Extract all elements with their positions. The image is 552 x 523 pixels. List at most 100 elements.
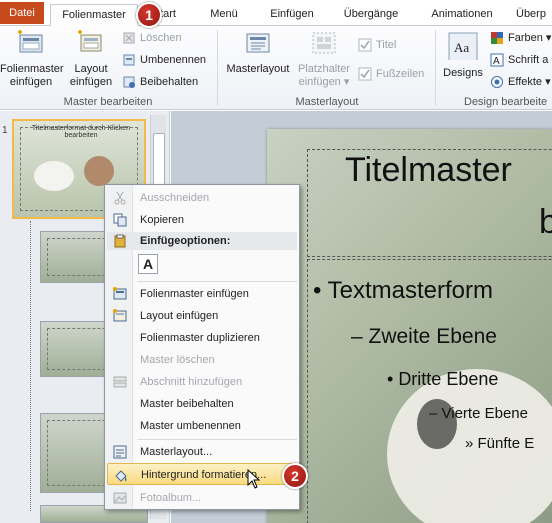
masterlayout-label: Masterlayout [226,63,290,75]
paste-keep-text-only-button[interactable]: A [138,254,158,274]
color-palette-icon [491,32,503,44]
ribbon-tab-bar: Datei Folienmaster tart Menü Einfügen Üb… [0,0,552,26]
tab-menu[interactable]: Menü [200,4,248,26]
menu-item-rename-master[interactable]: Master umbenennen [107,415,297,437]
keep-label: Beibehalten [140,76,199,88]
colors-label: Farben ▾ [508,32,552,44]
context-menu: Ausschneiden Kopieren Einfügeoptionen: A… [104,184,300,510]
menu-item-insert-layout-label: Layout einfügen [140,310,219,322]
menu-item-master-layout-label: Masterlayout... [140,446,213,458]
step-callout-2: 2 [282,463,308,489]
menu-item-master-layout[interactable]: Masterlayout... [107,441,297,463]
fonts-label: Schrift a [508,54,549,66]
menu-item-insert-layout[interactable]: Layout einfügen [107,305,297,327]
delete-button[interactable]: Löschen [120,29,182,47]
tab-insert[interactable]: Einfügen [262,4,322,26]
svg-text:Aa: Aa [454,40,469,55]
scissors-icon [114,191,126,205]
group-label-masterlayout: Masterlayout [295,96,359,108]
svg-text:A: A [493,56,500,67]
menu-separator [137,439,297,440]
delete-icon [123,32,135,44]
designs-button[interactable]: Aa Designs [440,30,486,80]
tab-transitions[interactable]: Übergänge [334,4,408,26]
layout-icon [78,30,102,52]
slide-master-icon [113,287,127,300]
master-title-line2: b [539,203,552,241]
title-checkbox-label: Titel [376,39,397,51]
menu-item-cut-label: Ausschneiden [140,192,210,204]
mouse-cursor-icon [247,469,261,489]
menu-item-format-background[interactable]: Hintergrund formatieren... [107,463,297,485]
fonts-button[interactable]: A Schrift a [488,51,548,69]
master-title-line1: Titelmaster [345,151,512,189]
insert-placeholder-label: Platzhalter einfügen ▾ [298,63,350,88]
font-icon: A [490,53,504,67]
pin-icon [123,76,135,88]
menu-item-add-section[interactable]: Abschnitt hinzufügen [107,371,297,393]
footer-checkbox[interactable]: Fußzeilen [356,65,424,83]
effects-button[interactable]: Effekte ▾ [488,73,551,91]
title-checkbox[interactable]: Titel [356,36,396,54]
insert-slide-master-button[interactable]: Folienmaster einfügen [0,30,64,89]
text-level-3: • Dritte Ebene [387,369,499,389]
masterlayout-icon [246,33,270,53]
colors-button[interactable]: Farben ▾ [488,29,551,47]
text-level-4: – Vierte Ebene [429,405,528,422]
text-level-5: » Fünfte E [465,435,535,452]
insert-layout-label: Layout einfügen [69,63,113,88]
text-level-3-label: Dritte Ebene [398,369,499,389]
checkbox-checked-icon [358,67,372,81]
insert-slide-master-label: Folienmaster einfügen [0,63,64,88]
tab-animations[interactable]: Animationen [420,4,504,26]
ribbon: Folienmaster einfügen Layout einfügen Lö… [0,26,552,110]
menu-item-keep-master[interactable]: Master beibehalten [107,393,297,415]
placeholder-icon [312,32,336,54]
menu-item-cut[interactable]: Ausschneiden [107,187,297,209]
keep-button[interactable]: Beibehalten [120,73,198,91]
layout-icon [113,309,127,322]
tab-review[interactable]: Überp [516,4,552,26]
menu-item-duplicate-master[interactable]: Folienmaster duplizieren [107,327,297,349]
menu-item-insert-master[interactable]: Folienmaster einfügen [107,283,297,305]
group-separator [435,30,436,106]
section-icon [113,376,127,388]
text-level-2: – Zweite Ebene [351,325,497,348]
paste-options-header: Einfügeoptionen: [107,232,297,250]
slide-master-icon [18,30,43,53]
master-slide[interactable]: Titelmaster b • Textmasterform – Zweite … [267,129,552,523]
tab-folienmaster[interactable]: Folienmaster [50,4,138,26]
rename-label: Umbenennen [140,54,207,66]
paint-bucket-icon [115,470,127,482]
menu-item-copy-label: Kopieren [140,214,185,226]
delete-label: Löschen [140,32,182,44]
designs-label: Designs [443,67,483,79]
clipboard-icon [114,234,126,248]
checkbox-checked-icon [358,38,372,52]
slide-number: 1 [2,125,8,136]
tab-file[interactable]: Datei [0,2,44,24]
rename-icon [123,54,135,66]
copy-icon [113,213,127,227]
menu-item-duplicate-master-label: Folienmaster duplizieren [140,332,260,344]
menu-item-photo-album[interactable]: Fotoalbum... [107,487,297,509]
menu-item-rename-master-label: Master umbenennen [140,420,241,432]
menu-item-insert-master-label: Folienmaster einfügen [140,288,249,300]
effects-icon [491,76,503,88]
menu-item-add-section-label: Abschnitt hinzufügen [140,376,243,388]
text-level-1-label: Textmasterform [327,277,494,304]
thumbnail-connector [30,221,31,511]
menu-separator [137,281,297,282]
effects-label: Effekte ▾ [508,76,551,88]
menu-item-copy[interactable]: Kopieren [107,209,297,231]
menu-item-delete-master[interactable]: Master löschen [107,349,297,371]
group-separator [217,30,218,106]
group-label-master-bearbeiten: Master bearbeiten [63,96,153,108]
rename-button[interactable]: Umbenennen [120,51,206,69]
insert-placeholder-button[interactable]: Platzhalter einfügen ▾ [294,30,354,89]
photo-album-icon [113,492,127,504]
masterlayout-button[interactable]: Masterlayout [222,30,294,76]
designs-icon: Aa [448,32,478,62]
thumbnail-title: Titelmasterformat durch Klicken bearbeit… [31,125,131,139]
insert-layout-button[interactable]: Layout einfügen [64,30,118,89]
